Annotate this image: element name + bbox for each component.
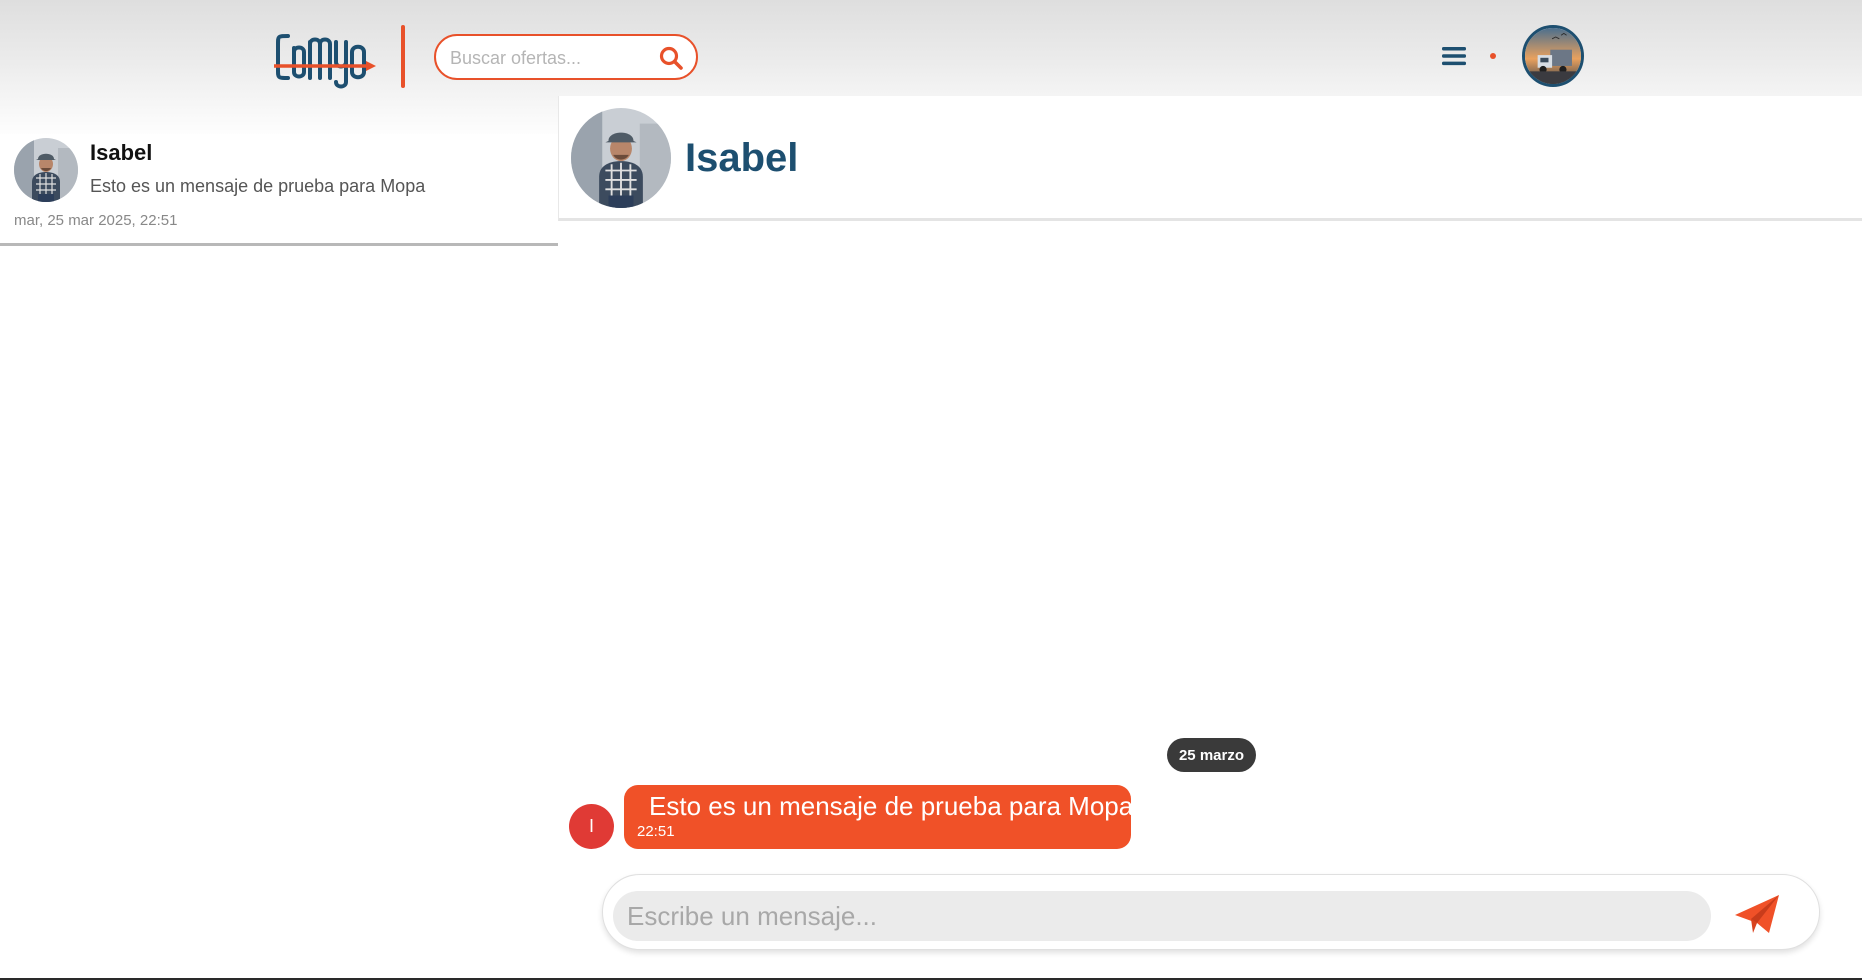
conversation-avatar [14,138,78,202]
logo-divider [401,25,405,88]
paper-plane-icon [1735,895,1779,933]
contact-photo-icon [571,108,671,208]
chat-contact-name: Isabel [685,136,799,180]
date-separator: 25 marzo [1167,738,1256,772]
send-button[interactable] [1731,891,1783,937]
conversation-name: Isabel [90,140,153,165]
truck-photo-icon [1525,28,1581,84]
message-composer [602,874,1820,950]
message-time: 22:51 [637,823,675,840]
search-bar[interactable] [434,34,698,80]
chat-contact-avatar[interactable] [571,108,671,208]
user-profile-avatar[interactable] [1522,25,1584,87]
camyo-logo-mark [274,34,376,89]
chat-header: Isabel [558,96,1862,221]
message-bubble: Esto es un mensaje de prueba para Mopa 2… [624,785,1134,849]
search-input[interactable] [450,44,650,72]
search-icon[interactable] [658,45,684,71]
conversation-preview: Esto es un mensaje de prueba para Mopa [90,176,426,196]
message-text: Esto es un mensaje de prueba para Mopa [649,791,1134,821]
sender-initial-avatar: I [569,804,614,849]
contact-photo-icon [14,138,78,202]
camyo-logo[interactable] [272,22,382,92]
message-input[interactable] [613,891,1711,941]
conversation-timestamp: mar, 25 mar 2025, 22:51 [14,212,178,229]
conversation-item[interactable]: Isabel Esto es un mensaje de prueba para… [0,134,558,246]
notification-dot[interactable] [1490,53,1496,59]
hamburger-menu-icon[interactable] [1442,46,1466,66]
